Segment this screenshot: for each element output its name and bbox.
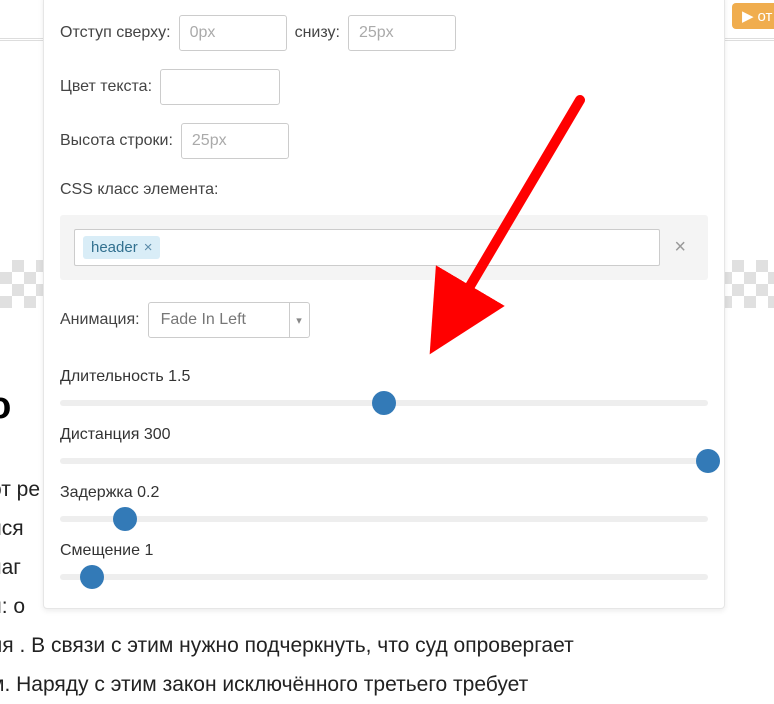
offset-value: 1: [144, 542, 153, 559]
play-icon: ▶: [742, 7, 754, 25]
clear-tags-icon[interactable]: ×: [660, 236, 694, 259]
margin-bottom-input[interactable]: [348, 15, 456, 51]
line-height-input[interactable]: [181, 123, 289, 159]
distance-label: Дистанция: [60, 426, 139, 443]
css-class-field: header × ×: [60, 215, 708, 280]
line-height-label: Высота строки:: [60, 132, 173, 150]
preview-button[interactable]: ▶от: [732, 3, 774, 29]
animation-label: Анимация:: [60, 311, 140, 329]
distance-slider-block: Дистанция 300: [60, 426, 708, 464]
text-color-picker[interactable]: [160, 69, 280, 105]
distance-slider[interactable]: [60, 458, 708, 464]
duration-label: Длительность: [60, 368, 164, 385]
offset-slider[interactable]: [60, 574, 708, 580]
delay-slider[interactable]: [60, 516, 708, 522]
distance-value: 300: [144, 426, 171, 443]
offset-slider-block: Смещение 1: [60, 542, 708, 580]
delay-slider-block: Задержка 0.2: [60, 484, 708, 522]
margin-bottom-label: снизу:: [295, 24, 340, 42]
margin-top-label: Отступ сверху:: [60, 24, 171, 42]
tag-label: header: [91, 239, 138, 256]
offset-slider-handle[interactable]: [80, 565, 104, 589]
margin-top-input[interactable]: [179, 15, 287, 51]
delay-value: 0.2: [137, 484, 159, 501]
css-class-label: CSS класс элемента:: [60, 181, 218, 199]
css-class-input[interactable]: header ×: [74, 229, 660, 266]
delay-label: Задержка: [60, 484, 133, 501]
delay-slider-handle[interactable]: [113, 507, 137, 531]
element-settings-popover: Отступ сверху: снизу: Цвет текста: Высот…: [43, 0, 725, 609]
chevron-down-icon: ▾: [289, 303, 309, 337]
text-color-label: Цвет текста:: [60, 78, 152, 96]
duration-slider-block: Длительность 1.5: [60, 368, 708, 406]
offset-label: Смещение: [60, 542, 140, 559]
animation-value: Fade In Left: [149, 303, 289, 337]
animation-select[interactable]: Fade In Left ▾: [148, 302, 310, 338]
css-class-tag[interactable]: header ×: [83, 236, 160, 259]
duration-slider[interactable]: [60, 400, 708, 406]
bg-heading-fragment: ово: [0, 385, 12, 428]
distance-slider-handle[interactable]: [696, 449, 720, 473]
duration-slider-handle[interactable]: [372, 391, 396, 415]
remove-tag-icon[interactable]: ×: [144, 239, 153, 256]
duration-value: 1.5: [168, 368, 190, 385]
